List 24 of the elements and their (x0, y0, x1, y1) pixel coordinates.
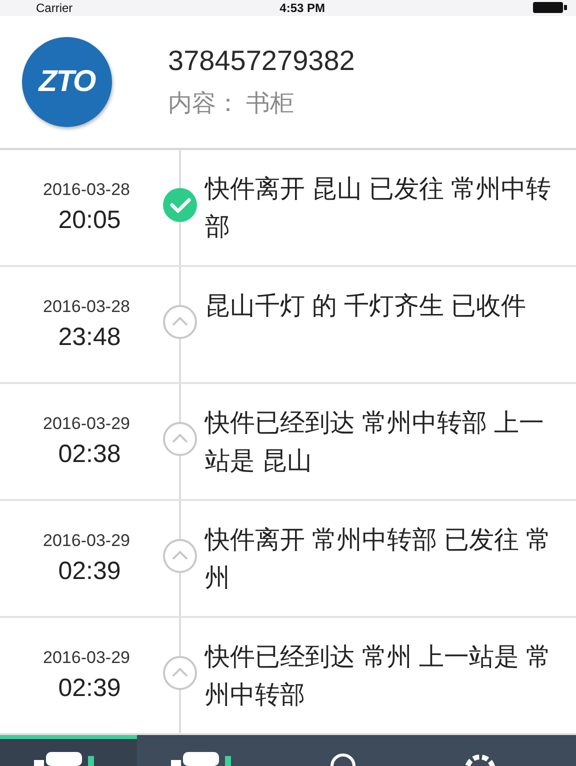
event-description: 快件离开 昆山 已发往 常州中转部 (203, 174, 552, 243)
event-date: 2016-03-29 (43, 414, 130, 434)
status-time: 4:53 PM (280, 1, 326, 15)
event-description: 昆山千灯 的 千灯齐生 已收件 (204, 291, 527, 322)
carrier-label: Carrier (36, 1, 73, 15)
tab[interactable] (0, 735, 137, 766)
event-date: 2016-03-29 (43, 531, 130, 551)
content-label: 内容： (168, 89, 240, 119)
event-time: 02:39 (58, 674, 121, 703)
event-description: 快件已经到达 常州 上一站是 常州中转部 (203, 642, 552, 711)
logo: ZTO (22, 37, 112, 127)
event-time: 23:48 (58, 323, 121, 352)
event-description: 快件已经到达 常州中转部 上一站是 昆山 (203, 408, 545, 477)
person-icon (328, 752, 358, 766)
event-date: 2016-03-28 (43, 297, 130, 317)
event-time: 02:39 (58, 557, 121, 586)
event-description: 快件离开 常州中转部 已发往 常州 (203, 525, 552, 594)
battery-icon (532, 2, 568, 14)
event-date: 2016-03-28 (43, 180, 130, 200)
event-date: 2016-03-29 (43, 648, 130, 668)
event-time: 20:05 (58, 206, 121, 235)
content-value: 书柜 (246, 89, 294, 119)
tracking-number: 378457279382 (168, 45, 355, 77)
event-time: 02:38 (58, 440, 121, 469)
